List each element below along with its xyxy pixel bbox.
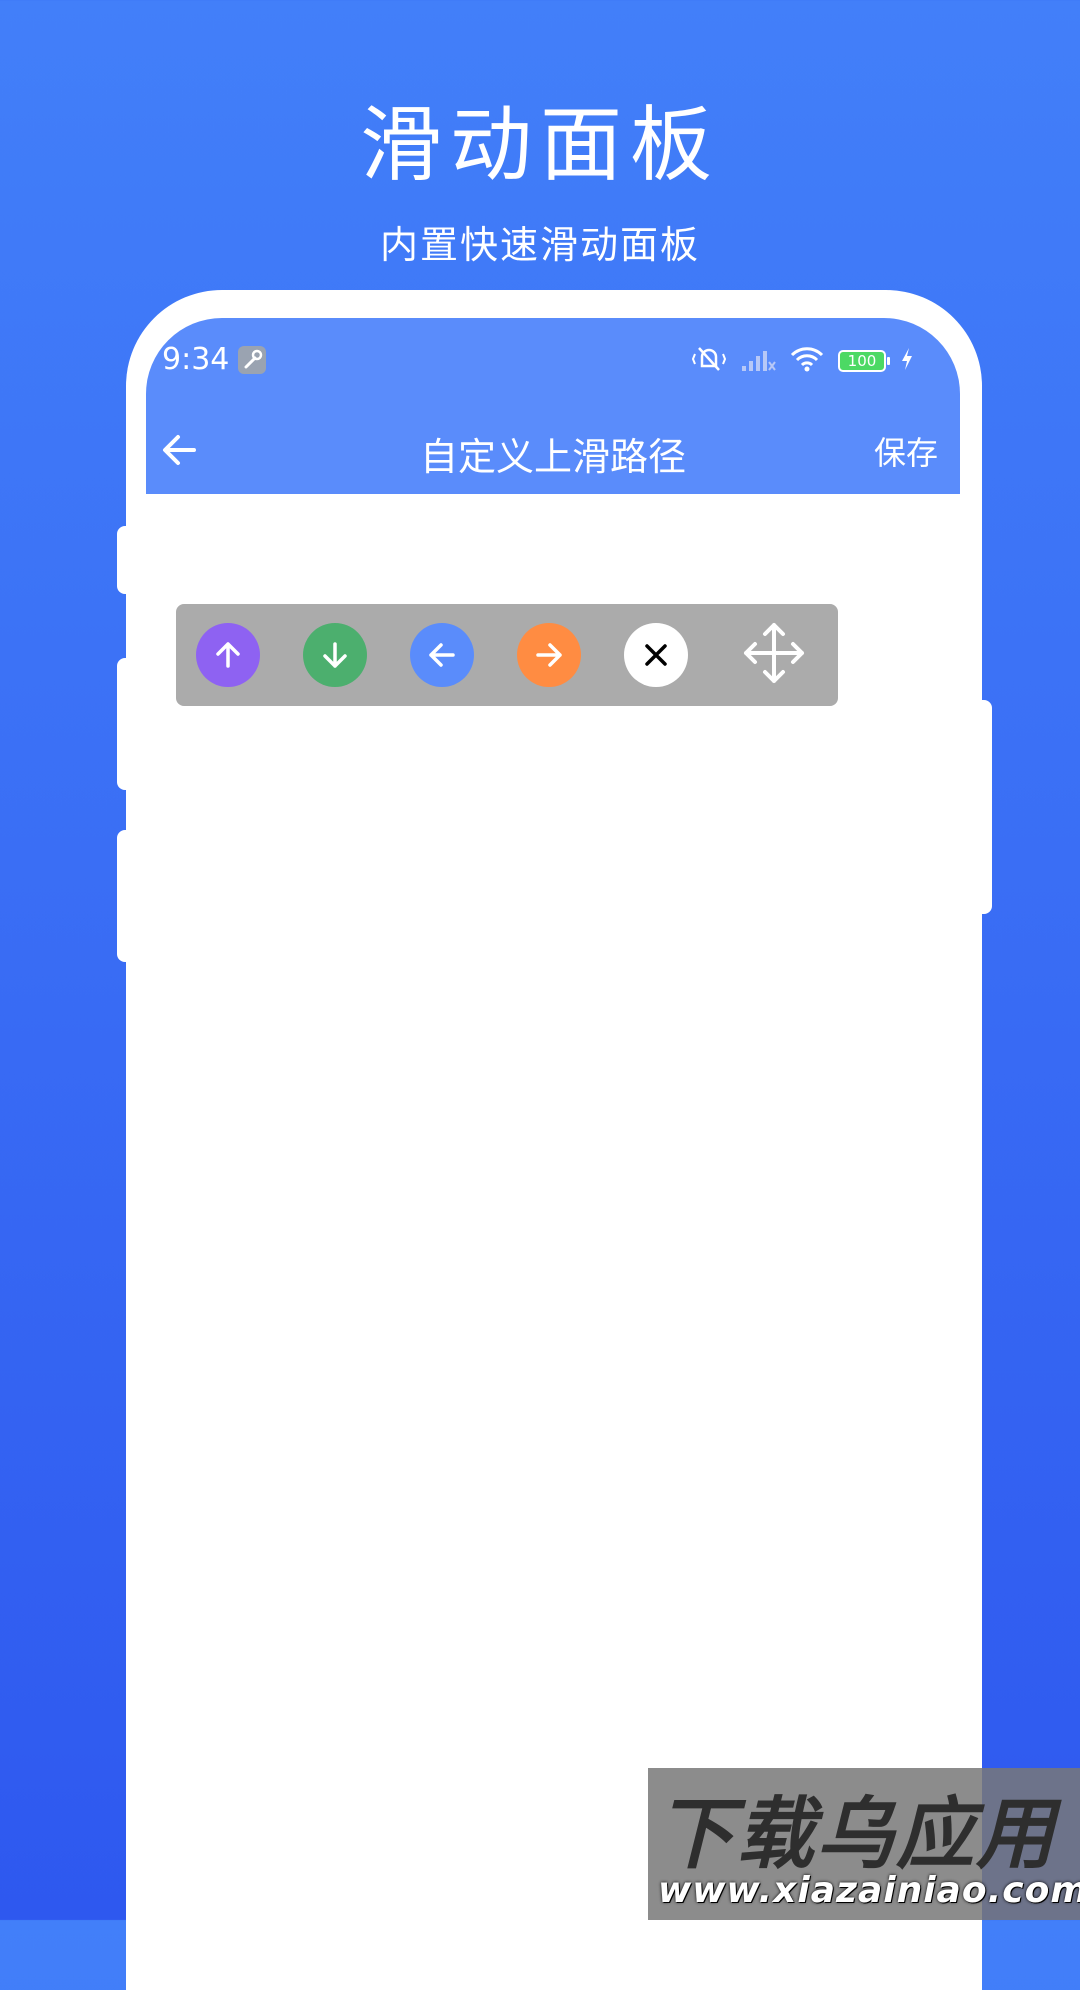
status-bar: 9:34 100 — [146, 318, 960, 404]
arrow-right-icon — [531, 637, 567, 673]
charging-icon — [900, 347, 914, 375]
swipe-down-button[interactable] — [303, 623, 367, 687]
status-time: 9:34 — [162, 342, 230, 377]
arrow-up-icon — [210, 637, 246, 673]
close-panel-button[interactable] — [624, 623, 688, 687]
phone-side-button — [972, 700, 992, 914]
phone-side-button — [117, 830, 137, 962]
close-icon — [641, 640, 671, 670]
app-bar: 自定义上滑路径 保存 — [146, 404, 960, 494]
swipe-up-button[interactable] — [196, 623, 260, 687]
watermark-url: www.xiazainiao.com — [658, 1870, 1080, 1911]
status-icons: 100 — [691, 344, 914, 378]
swipe-right-button[interactable] — [517, 623, 581, 687]
arrow-down-icon — [317, 637, 353, 673]
watermark-text: 下载乌应用 — [656, 1790, 1057, 1880]
phone-side-button — [117, 658, 137, 790]
phone-screen: 9:34 100 自定义上滑路径 保存 — [146, 318, 960, 1920]
move-icon — [740, 619, 808, 691]
wifi-icon — [790, 346, 824, 376]
promo-subtitle: 内置快速滑动面板 — [379, 223, 700, 267]
promo-title: 滑动面板 — [359, 98, 720, 193]
swipe-left-button[interactable] — [410, 623, 474, 687]
move-panel-handle[interactable] — [740, 621, 808, 689]
swipe-panel[interactable] — [176, 604, 838, 706]
signal-icon — [740, 346, 776, 376]
wrench-icon — [238, 346, 266, 374]
save-button[interactable]: 保存 — [874, 428, 938, 474]
mute-vibrate-icon — [691, 344, 727, 378]
phone-side-button — [117, 526, 137, 594]
watermark: 下载乌应用 www.xiazainiao.com — [648, 1768, 1080, 1920]
battery-icon: 100 — [838, 350, 890, 372]
screen-title: 自定义上滑路径 — [419, 435, 686, 479]
arrow-left-icon — [424, 637, 460, 673]
